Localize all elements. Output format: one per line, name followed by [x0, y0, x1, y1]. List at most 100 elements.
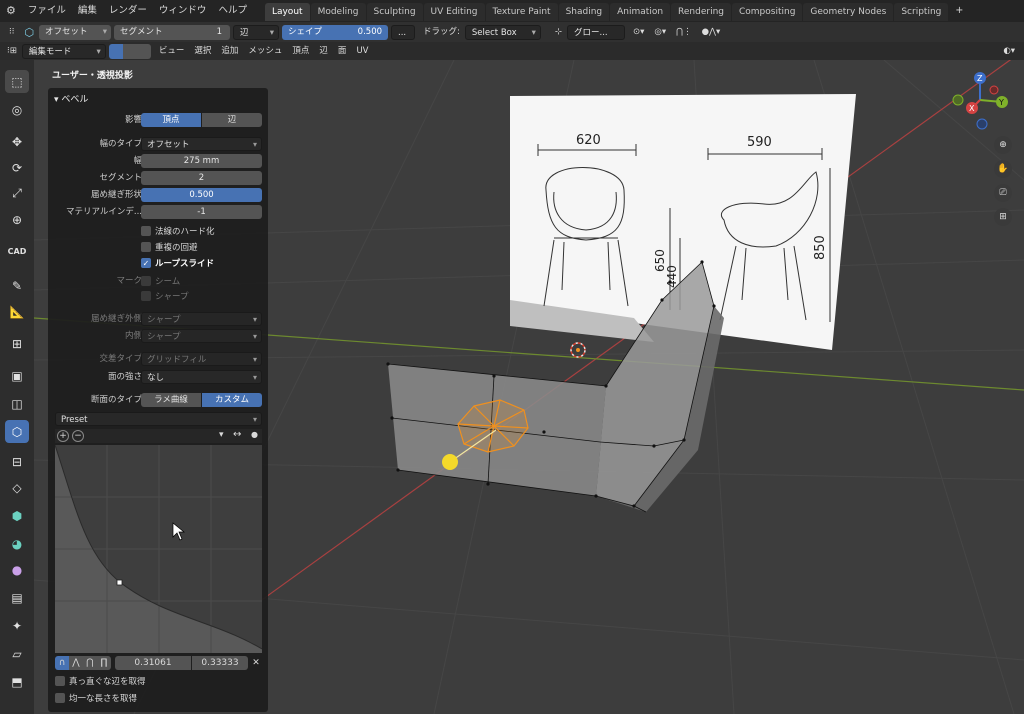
- bevel-drag-handle[interactable]: [442, 454, 458, 470]
- knife-icon[interactable]: ◇: [5, 476, 29, 499]
- spin-icon[interactable]: ◕: [5, 532, 29, 555]
- mark-sharp-checkbox[interactable]: シャープ: [141, 290, 189, 302]
- add-workspace-button[interactable]: +: [949, 0, 969, 22]
- zoom-icon[interactable]: ⊕: [994, 136, 1012, 154]
- header-menu-view[interactable]: ビュー: [154, 44, 190, 59]
- handle-auto-icon[interactable]: ∩: [55, 656, 69, 670]
- inset-icon[interactable]: ◫: [5, 392, 29, 415]
- profile-custom-button[interactable]: カスタム: [202, 393, 262, 407]
- perspective-grid-icon[interactable]: ⊞: [994, 208, 1012, 226]
- affect-vertices-button[interactable]: 頂点: [141, 113, 201, 127]
- shrink-fatten-icon[interactable]: ✦: [5, 614, 29, 637]
- shape-field[interactable]: 0.500: [141, 188, 262, 202]
- header-menu-add[interactable]: 追加: [216, 44, 243, 59]
- select-face-mode-icon[interactable]: [136, 43, 151, 59]
- loop-cut-icon[interactable]: ⊟: [5, 450, 29, 473]
- harden-normals-checkbox[interactable]: 法線のハード化: [141, 225, 215, 237]
- even-lengths-checkbox[interactable]: 均一な長さを取得: [55, 692, 137, 704]
- drag-select[interactable]: Select Box ▾: [464, 24, 541, 40]
- select-vertex-mode-icon[interactable]: [108, 43, 123, 59]
- tab-compositing[interactable]: Compositing: [732, 3, 803, 21]
- navigation-gizmo[interactable]: Z Y X: [952, 72, 1008, 130]
- extrude-icon[interactable]: ▣: [5, 364, 29, 387]
- snap-icon[interactable]: ◎▾: [649, 25, 671, 40]
- annotate-icon[interactable]: ✎: [5, 274, 29, 297]
- intersection-select[interactable]: グリッドフィル ▾: [141, 352, 262, 366]
- header-menu-select[interactable]: 選択: [189, 44, 216, 59]
- affect-select[interactable]: 辺 ▾: [233, 24, 280, 40]
- delete-point-icon[interactable]: ✕: [250, 656, 262, 670]
- rotate-icon[interactable]: ⟳: [5, 156, 29, 179]
- header-menu-mesh[interactable]: メッシュ: [243, 44, 287, 59]
- mode-select[interactable]: 編集モード ▾: [21, 43, 106, 59]
- transform-icon[interactable]: ⊕: [5, 208, 29, 231]
- smooth-icon[interactable]: ●: [5, 558, 29, 581]
- more-options-button[interactable]: ...: [391, 24, 416, 40]
- material-index-field[interactable]: -1: [141, 205, 262, 219]
- segments-field[interactable]: セグメント 1: [114, 24, 231, 40]
- tab-rendering[interactable]: Rendering: [671, 3, 731, 21]
- tab-texture-paint[interactable]: Texture Paint: [485, 3, 558, 21]
- transform-orientation-select[interactable]: グロー...: [567, 24, 626, 40]
- poly-build-icon[interactable]: ⬢: [5, 504, 29, 527]
- tab-animation[interactable]: Animation: [610, 3, 671, 21]
- rip-icon[interactable]: ⬒: [5, 670, 29, 693]
- editor-type-icon[interactable]: ⁝⊞: [2, 44, 22, 59]
- curve-control-point[interactable]: [116, 579, 123, 586]
- options-grid-icon[interactable]: ⁝⁝: [4, 25, 19, 40]
- tab-uv-editing[interactable]: UV Editing: [423, 3, 485, 21]
- magnet-icon[interactable]: ⋂⋮: [671, 25, 696, 40]
- width-field[interactable]: 275 mm: [141, 154, 262, 168]
- select-edge-mode-icon[interactable]: [122, 43, 137, 59]
- panel-header[interactable]: ▾ ベベル: [54, 92, 88, 105]
- handle-vector-icon[interactable]: ⋀: [69, 656, 83, 670]
- menu-window[interactable]: ウィンドウ: [153, 0, 213, 22]
- proportional-edit-icon[interactable]: ●⋀▾: [697, 25, 726, 40]
- tab-geometry-nodes[interactable]: Geometry Nodes: [803, 3, 894, 21]
- add-cube-icon[interactable]: ⊞: [5, 332, 29, 355]
- tab-shading[interactable]: Shading: [558, 3, 610, 21]
- affect-edges-button[interactable]: 辺: [202, 113, 262, 127]
- straight-edges-checkbox[interactable]: 真っ直ぐな辺を取得: [55, 675, 146, 687]
- menu-render[interactable]: レンダー: [103, 0, 153, 22]
- menu-file[interactable]: ファイル: [22, 0, 72, 22]
- loop-slide-checkbox[interactable]: ✓ ループスライド: [141, 257, 214, 269]
- menu-edit[interactable]: 編集: [72, 0, 103, 22]
- point-y-field[interactable]: 0.33333: [192, 656, 248, 670]
- viewport-overlay-icon[interactable]: ◐▾: [998, 44, 1020, 59]
- curve-options-chevron-icon[interactable]: ▾: [219, 430, 224, 440]
- shape-field[interactable]: シェイプ 0.500: [282, 24, 389, 40]
- edge-slide-icon[interactable]: ▤: [5, 586, 29, 609]
- handle-aligned-icon[interactable]: ∏: [97, 656, 111, 670]
- miter-outer-select[interactable]: シャープ ▾: [141, 312, 262, 326]
- header-menu-vertex[interactable]: 頂点: [287, 44, 314, 59]
- cad-icon[interactable]: CAD: [5, 240, 29, 263]
- face-strength-select[interactable]: なし ▾: [141, 370, 262, 384]
- camera-icon[interactable]: ⎚: [994, 184, 1012, 202]
- cursor-icon[interactable]: ◎: [5, 98, 29, 121]
- miter-inner-select[interactable]: シャープ ▾: [141, 329, 262, 343]
- profile-curve-widget[interactable]: [55, 445, 262, 653]
- profile-superellipse-button[interactable]: ラメ曲線: [141, 393, 201, 407]
- tab-sculpting[interactable]: Sculpting: [366, 3, 423, 21]
- bevel-icon[interactable]: ⬡: [5, 420, 29, 443]
- menu-help[interactable]: ヘルプ: [212, 0, 253, 22]
- scale-icon[interactable]: ⤢: [5, 182, 29, 205]
- header-menu-edge[interactable]: 辺: [314, 44, 333, 59]
- measure-icon[interactable]: 📐: [5, 300, 29, 323]
- shear-icon[interactable]: ▱: [5, 642, 29, 665]
- preset-select[interactable]: Preset ▾: [55, 412, 262, 426]
- pan-hand-icon[interactable]: ✋: [994, 160, 1012, 178]
- flip-curve-icon[interactable]: ↔: [233, 429, 241, 440]
- select-box-icon[interactable]: ⬚: [5, 70, 29, 93]
- header-menu-uv[interactable]: UV: [351, 44, 373, 59]
- tab-scripting[interactable]: Scripting: [894, 3, 949, 21]
- tab-layout[interactable]: Layout: [264, 3, 310, 21]
- zoom-out-icon[interactable]: −: [72, 430, 84, 442]
- mark-seam-checkbox[interactable]: シーム: [141, 275, 180, 287]
- bevel-tool-icon[interactable]: ⬡: [19, 25, 39, 40]
- width-type-select[interactable]: オフセット ▾: [39, 24, 112, 40]
- reset-view-icon[interactable]: ●: [251, 430, 258, 439]
- pivot-icon[interactable]: ⊙▾: [628, 25, 649, 40]
- clamp-overlap-checkbox[interactable]: 重複の回避: [141, 241, 198, 253]
